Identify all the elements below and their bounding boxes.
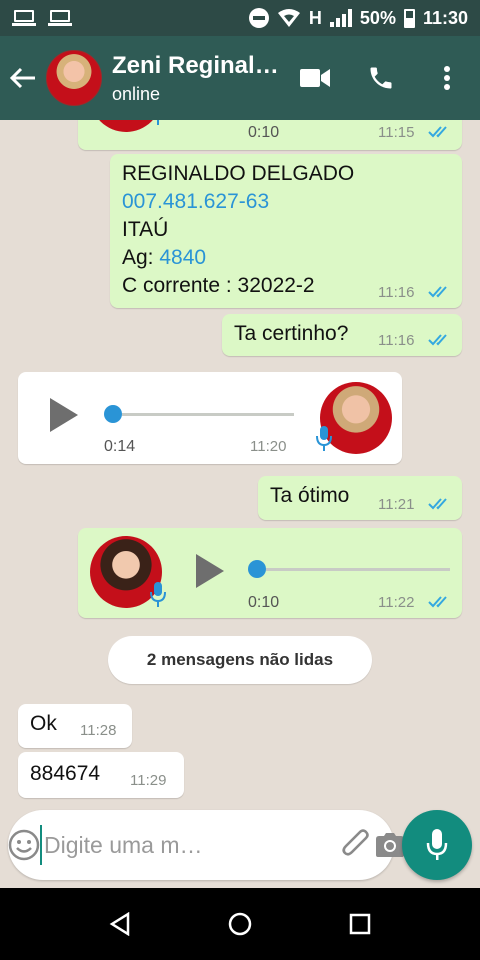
- laptop-icon: [12, 10, 36, 26]
- voice-message[interactable]: 0:10 11:22: [78, 528, 462, 618]
- text-message[interactable]: Ta ótimo 11:21: [258, 476, 462, 520]
- square-recents-icon: [349, 913, 371, 935]
- signal-icon: [329, 9, 352, 27]
- voice-duration: 0:10: [248, 594, 280, 611]
- unread-messages-banner: 2 mensagens não lidas: [108, 636, 372, 684]
- back-button[interactable]: [0, 36, 46, 120]
- attach-icon: [342, 829, 369, 856]
- voice-record-button[interactable]: [402, 810, 472, 880]
- text-message[interactable]: Ok 11:28: [18, 704, 132, 748]
- message-input[interactable]: [40, 825, 340, 865]
- double-check-icon: [428, 498, 447, 510]
- laptop-icon: [48, 10, 72, 26]
- voice-call-button[interactable]: [348, 48, 414, 108]
- message-line: Ag:: [122, 246, 160, 269]
- more-options-button[interactable]: [414, 48, 480, 108]
- message-time: 11:21: [378, 496, 415, 513]
- message-composer: [8, 810, 404, 880]
- nav-back-button[interactable]: [90, 894, 150, 954]
- message-link-number[interactable]: 007.481.627-63: [122, 188, 354, 216]
- chat-area[interactable]: 0:10 11:15 REGINALDO DELGADO 007.481.627…: [0, 120, 480, 888]
- contact-name: Zeni Reginal…: [112, 51, 279, 79]
- message-time: 11:29: [130, 772, 167, 789]
- play-icon[interactable]: [196, 554, 224, 588]
- emoji-button[interactable]: [8, 810, 40, 880]
- message-link-number[interactable]: 4840: [159, 246, 206, 269]
- system-nav-bar: [0, 888, 480, 960]
- contact-status: online: [112, 83, 161, 104]
- nav-recents-button[interactable]: [330, 894, 390, 954]
- message-line: C corrente : 32022-2: [122, 274, 315, 297]
- network-type: H: [308, 7, 322, 28]
- double-check-icon: [428, 334, 447, 346]
- voice-progress-track[interactable]: [266, 568, 450, 571]
- mic-icon: [157, 120, 159, 125]
- video-call-button[interactable]: [282, 48, 348, 108]
- message-time: 11:15: [378, 124, 415, 141]
- chat-header: Zeni Reginal… online: [0, 36, 480, 120]
- double-check-icon: [428, 596, 447, 608]
- mic-icon: [426, 829, 448, 860]
- status-bar: H 50% 11:30: [0, 0, 480, 36]
- text-message[interactable]: REGINALDO DELGADO 007.481.627-63 ITAÚ Ag…: [110, 154, 462, 308]
- clock: 11:30: [422, 7, 468, 28]
- message-text: Ta certinho?: [234, 322, 349, 345]
- mic-icon: [150, 582, 166, 607]
- phone-icon: [370, 67, 392, 89]
- message-time: 11:16: [378, 332, 415, 349]
- nav-home-button[interactable]: [210, 894, 270, 954]
- voice-message[interactable]: 0:14 11:20: [18, 372, 402, 464]
- emoji-icon: [8, 829, 40, 861]
- text-message[interactable]: Ta certinho? 11:16: [222, 314, 462, 356]
- attach-button[interactable]: [340, 810, 374, 880]
- triangle-back-icon: [109, 912, 130, 936]
- voice-progress-track[interactable]: [122, 413, 294, 416]
- message-text: Ta ótimo: [270, 484, 350, 507]
- voice-progress-knob[interactable]: [248, 560, 266, 578]
- message-line: ITAÚ: [122, 218, 169, 241]
- text-message[interactable]: 884674 11:29: [18, 752, 184, 798]
- voice-progress-knob[interactable]: [104, 405, 122, 423]
- battery-icon: [403, 8, 415, 28]
- voice-duration: 0:10: [248, 124, 280, 141]
- do-not-disturb-icon: [248, 8, 269, 28]
- mic-icon: [316, 426, 332, 451]
- message-text: Ok: [30, 712, 57, 735]
- wifi-icon: [277, 9, 300, 27]
- message-time: 11:20: [250, 438, 287, 455]
- contact-avatar[interactable]: [46, 50, 102, 106]
- message-time: 11:16: [378, 284, 415, 301]
- video-call-icon: [300, 69, 330, 87]
- message-text: 884674: [30, 762, 101, 785]
- more-vert-icon: [444, 66, 450, 90]
- voice-duration: 0:14: [104, 438, 136, 455]
- contact-info[interactable]: Zeni Reginal… online: [112, 52, 282, 105]
- play-icon[interactable]: [50, 398, 78, 432]
- battery-percent: 50%: [359, 7, 396, 28]
- message-time: 11:28: [80, 722, 117, 739]
- double-check-icon: [428, 126, 447, 138]
- back-arrow-icon: [9, 67, 35, 89]
- voice-message[interactable]: 0:10 11:15: [78, 120, 462, 150]
- message-line: REGINALDO DELGADO: [122, 162, 355, 185]
- circle-home-icon: [228, 912, 252, 936]
- double-check-icon: [428, 286, 447, 298]
- message-time: 11:22: [378, 594, 415, 611]
